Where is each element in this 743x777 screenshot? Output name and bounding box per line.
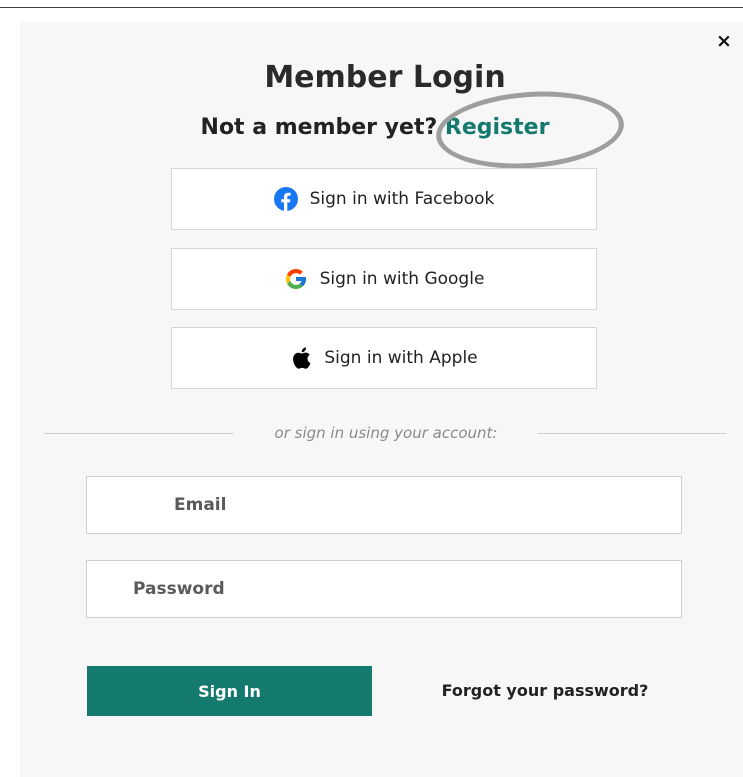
close-icon[interactable]: ×	[716, 31, 732, 51]
register-link[interactable]: Register	[445, 115, 550, 140]
register-prompt: Not a member yet? Register	[140, 113, 610, 143]
divider-line-right	[538, 433, 726, 434]
facebook-signin-button[interactable]: Sign in with Facebook	[171, 168, 597, 230]
google-signin-label: Sign in with Google	[319, 269, 485, 289]
divider-text: or sign in using your account:	[274, 424, 498, 442]
register-prompt-text: Not a member yet?	[200, 115, 438, 140]
google-icon	[284, 267, 308, 291]
facebook-icon	[273, 187, 298, 211]
apple-icon	[290, 346, 312, 370]
forgot-password-link[interactable]: Forgot your password?	[420, 680, 670, 702]
apple-signin-label: Sign in with Apple	[324, 348, 478, 368]
top-rule	[0, 7, 743, 8]
divider-line-left	[44, 433, 234, 434]
google-signin-button[interactable]: Sign in with Google	[171, 248, 597, 310]
close-button[interactable]: ×	[710, 27, 738, 55]
email-field[interactable]	[86, 476, 682, 534]
password-field[interactable]	[86, 560, 682, 618]
page-title: Member Login	[264, 60, 506, 95]
page: × Member Login Not a member yet? Registe…	[0, 0, 743, 777]
facebook-signin-label: Sign in with Facebook	[309, 189, 495, 209]
sign-in-button[interactable]: Sign In	[87, 666, 372, 716]
apple-signin-button[interactable]: Sign in with Apple	[171, 327, 597, 389]
